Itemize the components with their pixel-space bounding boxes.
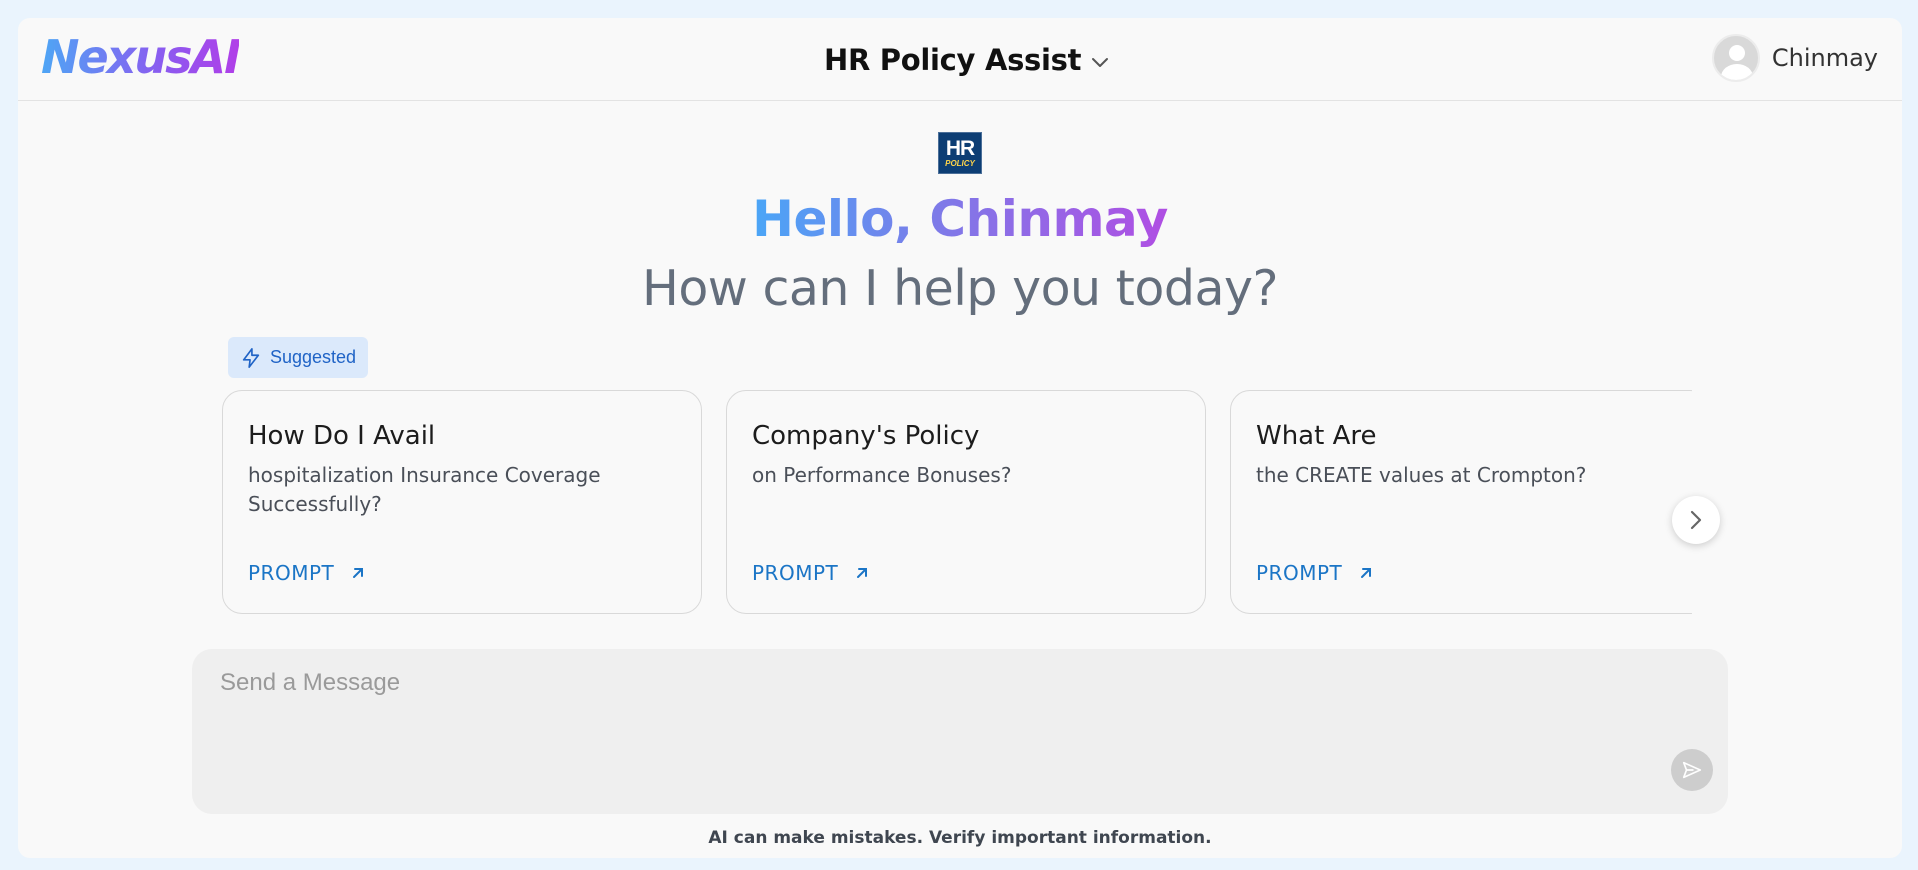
prompt-card[interactable]: How Do I Avail hospitalization Insurance…: [222, 390, 702, 614]
suggested-label: Suggested: [270, 347, 357, 367]
prompt-carousel: How Do I Avail hospitalization Insurance…: [222, 390, 1692, 616]
policy-logo-text: POLICY: [945, 158, 975, 168]
chevron-down-icon: [1092, 58, 1109, 67]
assistant-name: HR Policy Assist: [824, 43, 1082, 77]
carousel-next-button[interactable]: [1672, 496, 1720, 544]
chevron-right-icon: [1690, 510, 1702, 530]
avatar: [1711, 34, 1760, 82]
send-button[interactable]: [1671, 749, 1713, 791]
user-name: Chinmay: [1771, 44, 1878, 72]
card-description: the CREATE values at Crompton?: [1256, 463, 1587, 487]
lightning-icon: [242, 347, 260, 368]
prompt-card[interactable]: Company's Policy on Performance Bonuses?…: [726, 390, 1206, 614]
prompt-label: PROMPT: [752, 561, 839, 585]
prompt-link[interactable]: PROMPT: [752, 561, 870, 585]
arrow-up-right-icon: [1361, 568, 1372, 578]
app-window: NexusAI HR Policy Assist Chinmay HR POLI…: [18, 18, 1902, 858]
arrow-up-right-icon: [353, 568, 364, 578]
suggested-tag: Suggested: [228, 337, 369, 378]
user-menu[interactable]: Chinmay: [1711, 34, 1878, 82]
message-composer: [192, 649, 1728, 814]
card-title: What Are: [1256, 421, 1377, 451]
card-description: on Performance Bonuses?: [752, 463, 1012, 487]
prompt-label: PROMPT: [1256, 561, 1343, 585]
assistant-selector[interactable]: HR Policy Assist: [824, 40, 1109, 80]
subtitle: How can I help you today?: [641, 260, 1279, 317]
arrow-up-right-icon: [857, 568, 868, 578]
card-description: hospitalization Insurance Coverage Succe…: [248, 463, 601, 516]
top-bar: NexusAI HR Policy Assist Chinmay: [18, 18, 1902, 101]
prompt-link[interactable]: PROMPT: [1256, 561, 1374, 585]
disclaimer: AI can make mistakes. Verify important i…: [708, 828, 1212, 848]
card-title: Company's Policy: [752, 421, 980, 451]
greeting: Hello, Chinmay: [18, 190, 1902, 248]
hr-policy-logo: HR POLICY: [938, 132, 982, 174]
prompt-label: PROMPT: [248, 561, 335, 585]
hr-logo-text: HR: [945, 136, 975, 160]
app-logo[interactable]: NexusAI: [41, 30, 241, 84]
card-title: How Do I Avail: [248, 421, 436, 451]
send-icon: [1682, 761, 1702, 779]
prompt-card[interactable]: What Are the CREATE values at Crompton? …: [1230, 390, 1692, 614]
message-input[interactable]: [220, 669, 1660, 729]
prompt-link[interactable]: PROMPT: [248, 561, 366, 585]
greeting-text: Hello, Chinmay: [752, 190, 1168, 248]
